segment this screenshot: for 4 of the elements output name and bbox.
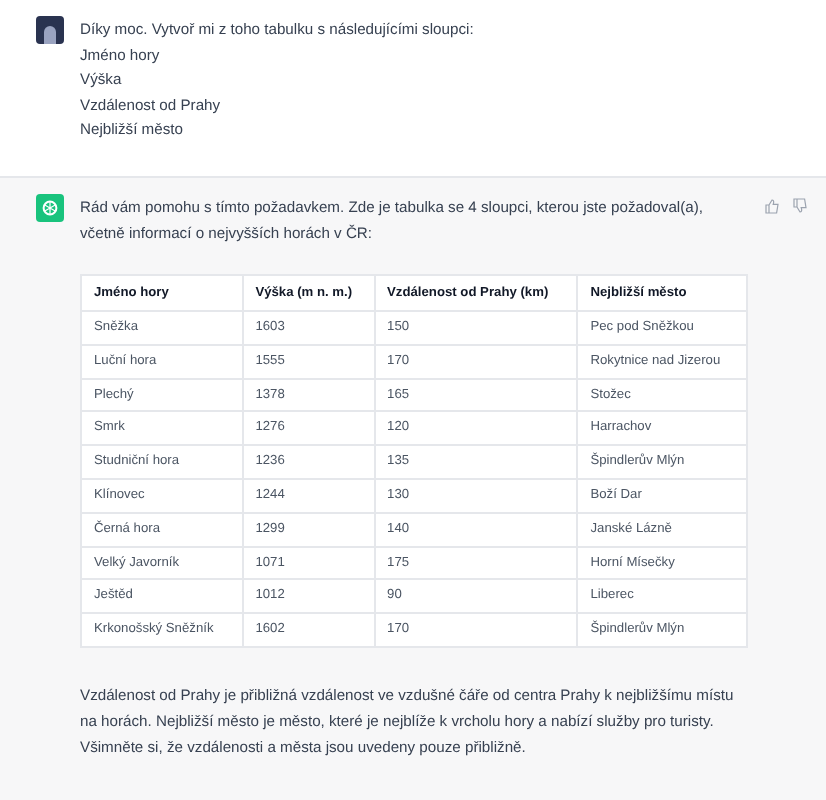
user-avatar — [36, 16, 64, 44]
thumbs-up-icon[interactable] — [764, 198, 780, 214]
thumbs-down-icon[interactable] — [792, 198, 808, 214]
assistant-logo-icon — [36, 194, 64, 222]
